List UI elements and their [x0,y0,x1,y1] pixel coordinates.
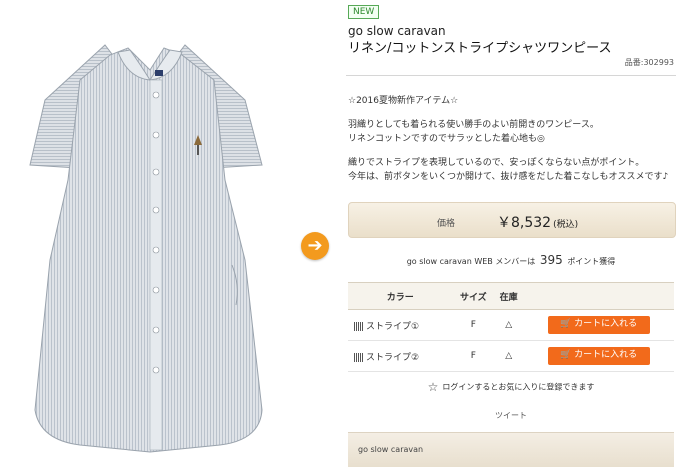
cart-button-label: カートに入れる [574,350,638,360]
stock-table: カラー サイズ 在庫 ストライプ① F △ 🛒 カートに入れる ストライプ② F … [348,282,674,372]
column-header-size: サイズ [452,282,495,310]
stripe-swatch-icon [354,352,363,362]
column-header-action [523,282,674,310]
column-header-color: カラー [348,282,453,310]
points-suffix: ポイント獲得 [567,257,616,266]
stock-cell: △ [494,309,524,341]
add-to-cart-button[interactable]: 🛒 カートに入れる [547,316,650,334]
favorite-text: ログインするとお気に入りに登録できます [442,382,595,392]
price-value: ￥8,532 (税込) [497,212,578,232]
points-amount: 395 [539,253,563,267]
column-header-stock: 在庫 [494,282,524,310]
star-icon: ☆ [427,380,439,394]
points-prefix: go slow caravan WEB メンバーは [406,257,536,266]
tweet-button[interactable]: ツイート [346,410,676,421]
action-cell: 🛒 カートに入れる [523,340,674,372]
product-detail-panel: NEW go slow caravan リネン/コットンストライプシャツワンピー… [346,0,676,467]
product-description: ☆2016夏物新作アイテム☆ 羽織りとしても着られる使い勝手のよい前開きのワンピ… [348,94,674,184]
divider [346,75,676,76]
description-line: リネンコットンですのでサラッとした着心地も◎ [348,134,545,144]
table-row: ストライプ② F △ 🛒 カートに入れる [348,340,674,372]
table-row: ストライプ① F △ 🛒 カートに入れる [348,309,674,341]
cart-icon: 🛒 [559,319,572,329]
cart-button-label: カートに入れる [574,319,638,329]
cart-icon: 🛒 [559,350,572,360]
stock-cell: △ [494,340,524,372]
price-box: 価格 ￥8,532 (税込) [348,202,676,238]
product-image [0,0,300,466]
action-cell: 🛒 カートに入れる [523,309,674,341]
description-line: 今年は、前ボタンをいくつか開けて、抜け感をだした着こなしもオススメです♪ [348,172,669,182]
product-code: 品番:302993 [624,58,674,67]
add-to-cart-button[interactable]: 🛒 カートに入れる [547,347,650,365]
next-arrow-icon[interactable]: ➔ [301,232,329,260]
description-line: 織りでストライプを表現しているので、安っぽくならない点がポイント。 [348,158,645,168]
brand-name: go slow caravan [348,24,446,38]
product-title: リネン/コットンストライプシャツワンピース [348,41,612,56]
color-label: ストライプ② [366,352,420,363]
new-badge: NEW [348,5,380,19]
color-cell: ストライプ① [348,309,453,341]
brand-footer: go slow caravan [348,432,674,467]
price-amount: ￥8,532 [497,215,552,231]
brand-footer-text: go slow caravan [358,445,424,454]
color-cell: ストライプ② [348,340,453,372]
description-line: 羽織りとしても着られる使い勝手のよい前開きのワンピース。 [348,120,599,130]
description-line: ☆2016夏物新作アイテム☆ [348,96,459,106]
size-cell: F [452,309,495,341]
favorite-link[interactable]: ☆ ログインするとお気に入りに登録できます [346,380,676,394]
price-tax: (税込) [553,220,579,230]
price-label: 価格 [437,219,456,229]
stripe-swatch-icon [354,321,363,331]
points-info: go slow caravan WEB メンバーは 395 ポイント獲得 [346,253,676,267]
color-label: ストライプ① [366,321,420,332]
size-cell: F [452,340,495,372]
